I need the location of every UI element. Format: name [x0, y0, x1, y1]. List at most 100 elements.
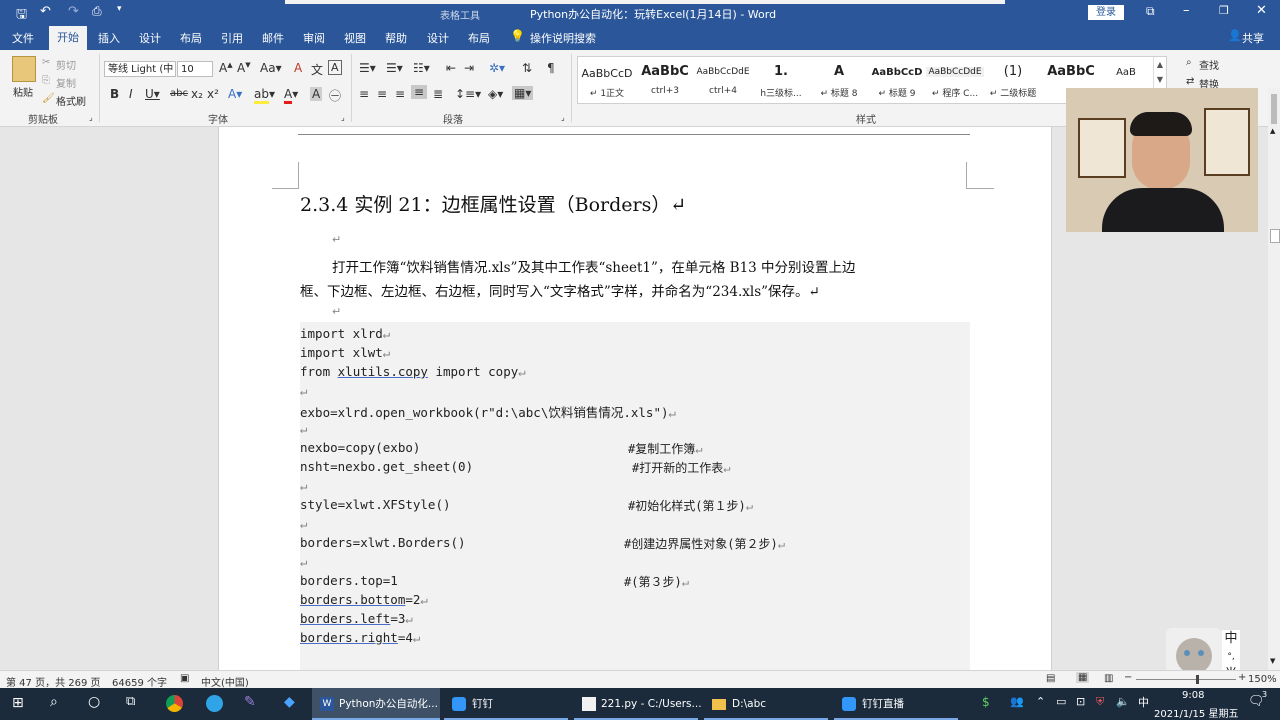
style-item[interactable]: AaBbCcD ↵ 1正文	[578, 57, 636, 103]
grow-font-icon[interactable]: A▲	[219, 61, 233, 75]
tab-table-design[interactable]: 设计	[427, 30, 449, 46]
subscript-icon[interactable]: x₂	[191, 87, 203, 101]
highlight-icon[interactable]: ab▾	[254, 87, 275, 104]
tab-layout[interactable]: 布局	[180, 30, 202, 46]
show-marks-icon[interactable]: ¶	[547, 61, 555, 75]
web-layout-icon[interactable]: ▥	[1104, 673, 1113, 684]
language-indicator[interactable]: 中文(中国)	[201, 674, 249, 689]
proofing-icon[interactable]: ▣	[180, 673, 189, 684]
print-preview-icon[interactable]: ⎙	[92, 4, 102, 19]
font-name-box[interactable]: 等线 Light (中	[104, 61, 176, 77]
text-effects-icon[interactable]: A▾	[228, 87, 242, 101]
tray-volume-icon[interactable]: 🔈	[1116, 695, 1130, 708]
dingtalk-pinned-icon[interactable]: ◆	[284, 694, 295, 710]
sort-icon[interactable]: ⇅	[522, 61, 532, 75]
bullets-icon[interactable]: ☰▾	[359, 61, 376, 75]
italic-icon[interactable]: I	[129, 87, 133, 101]
phonetic-icon[interactable]: 文	[311, 61, 323, 78]
tab-help[interactable]: 帮助	[385, 30, 407, 46]
customize-qat-icon[interactable]: ▾	[117, 4, 122, 14]
font-color-icon[interactable]: A▾	[284, 87, 298, 104]
tab-file[interactable]: 文件	[12, 30, 34, 46]
clear-format-icon[interactable]: A	[294, 61, 302, 75]
tab-mailings[interactable]: 邮件	[262, 30, 284, 46]
cut-button[interactable]: 剪切	[56, 57, 76, 72]
clock-date[interactable]: 2021/1/15 星期五	[1154, 705, 1238, 720]
zoom-slider[interactable]	[1136, 679, 1236, 680]
justify-icon[interactable]: ≡	[411, 85, 428, 99]
distributed-icon[interactable]: ≣	[433, 87, 443, 101]
tray-network-icon[interactable]: ▭	[1056, 695, 1066, 708]
font-size-box[interactable]: 10	[177, 61, 213, 77]
increase-indent-icon[interactable]: ⇥	[464, 61, 474, 75]
search-icon[interactable]: ⌕	[50, 694, 58, 710]
format-painter-button[interactable]: 格式刷	[56, 93, 86, 108]
align-left-icon[interactable]: ≡	[359, 87, 369, 101]
style-item[interactable]: (1) ↵ 二级标题	[984, 57, 1042, 103]
scroll-thumb[interactable]	[1270, 229, 1280, 243]
enclose-char-icon[interactable]: ㊀	[329, 87, 341, 104]
taskbar-dingtalk[interactable]: 钉钉	[444, 688, 568, 720]
find-button[interactable]: 查找	[1199, 57, 1219, 72]
minimize-button[interactable]: –	[1183, 3, 1190, 18]
read-mode-icon[interactable]: ▤	[1046, 673, 1055, 684]
style-item[interactable]: A ↵ 标题 8	[810, 57, 868, 103]
tab-insert[interactable]: 插入	[98, 30, 120, 46]
taskbar-python-editor[interactable]: 221.py - C:/Users...	[574, 688, 702, 720]
word-count[interactable]: 64659 个字	[112, 674, 167, 689]
line-spacing-icon[interactable]: ↕≡▾	[455, 87, 481, 101]
redo-icon[interactable]: ↷	[68, 4, 79, 19]
tab-review[interactable]: 审阅	[303, 30, 325, 46]
chinese-layout-icon[interactable]: ✲▾	[489, 61, 505, 75]
paste-button[interactable]: 粘贴	[13, 84, 33, 99]
bold-icon[interactable]: B	[110, 87, 119, 101]
taskbar-word[interactable]: W Python办公自动化...	[312, 688, 440, 720]
borders-icon[interactable]: ▦▾	[512, 86, 534, 100]
zoom-slider-thumb[interactable]	[1196, 675, 1199, 684]
change-case-icon[interactable]: Aa▾	[260, 61, 282, 75]
page-count[interactable]: 第 47 页，共 269 页	[6, 674, 101, 689]
zoom-level[interactable]: 150%	[1248, 674, 1277, 685]
ribbon-display-icon[interactable]: ⧉	[1146, 4, 1155, 19]
ime-mode[interactable]: 中	[1222, 630, 1240, 648]
pen-app-icon[interactable]: ✎	[244, 694, 256, 710]
scroll-thumb-top[interactable]	[1271, 94, 1277, 124]
align-right-icon[interactable]: ≡	[395, 87, 405, 101]
shrink-font-icon[interactable]: A▼	[237, 61, 251, 75]
undo-icon[interactable]: ↶	[40, 4, 51, 19]
decrease-indent-icon[interactable]: ⇤	[446, 61, 456, 75]
tab-home[interactable]: 开始	[49, 26, 87, 50]
align-center-icon[interactable]: ≡	[377, 87, 387, 101]
superscript-icon[interactable]: x²	[207, 87, 219, 101]
tray-chevron-icon[interactable]: ⌃	[1036, 695, 1045, 708]
print-layout-icon[interactable]: ▦	[1076, 672, 1090, 683]
taskbar-explorer[interactable]: D:\abc	[704, 688, 828, 720]
zoom-in-icon[interactable]: +	[1238, 672, 1246, 683]
share-button[interactable]: 共享	[1242, 30, 1264, 46]
scroll-down-icon[interactable]: ▼	[1270, 657, 1275, 665]
style-item[interactable]: AaBbC ctrl+3	[636, 57, 694, 103]
clipboard-launcher-icon[interactable]: ⌟	[89, 113, 93, 122]
shading-icon[interactable]: ◈▾	[488, 87, 503, 101]
scroll-up-icon[interactable]: ▲	[1270, 127, 1275, 135]
zoom-out-icon[interactable]: −	[1124, 672, 1132, 683]
style-item[interactable]: AaBbCcD ↵ 标题 9	[868, 57, 926, 103]
multilevel-list-icon[interactable]: ☷▾	[413, 61, 430, 75]
login-button[interactable]: 登录	[1088, 5, 1124, 20]
style-item[interactable]: AaBbCcDdE ↵ 程序 C...	[926, 57, 984, 103]
paste-icon[interactable]	[12, 56, 36, 82]
vertical-scrollbar[interactable]: ▲ ▼	[1268, 127, 1280, 670]
tray-ime-indicator[interactable]: 中	[1138, 694, 1149, 710]
char-border-icon[interactable]: A	[328, 60, 342, 75]
save-icon[interactable]: 🖫	[16, 5, 27, 27]
taskbar-dingtalk-live[interactable]: 钉钉直播	[834, 688, 958, 720]
font-launcher-icon[interactable]: ⌟	[341, 113, 345, 122]
style-item[interactable]: AaBbCcDdE ctrl+4	[694, 57, 752, 103]
chrome-icon[interactable]	[166, 695, 183, 712]
edge-icon[interactable]	[206, 695, 223, 712]
windows-start-icon[interactable]: ⊞	[12, 695, 24, 711]
tab-design[interactable]: 设计	[139, 30, 161, 46]
tray-security-icon[interactable]: ⛨	[1096, 695, 1104, 709]
cortana-icon[interactable]: ○	[88, 694, 100, 710]
char-shading-icon[interactable]: A	[310, 87, 323, 101]
